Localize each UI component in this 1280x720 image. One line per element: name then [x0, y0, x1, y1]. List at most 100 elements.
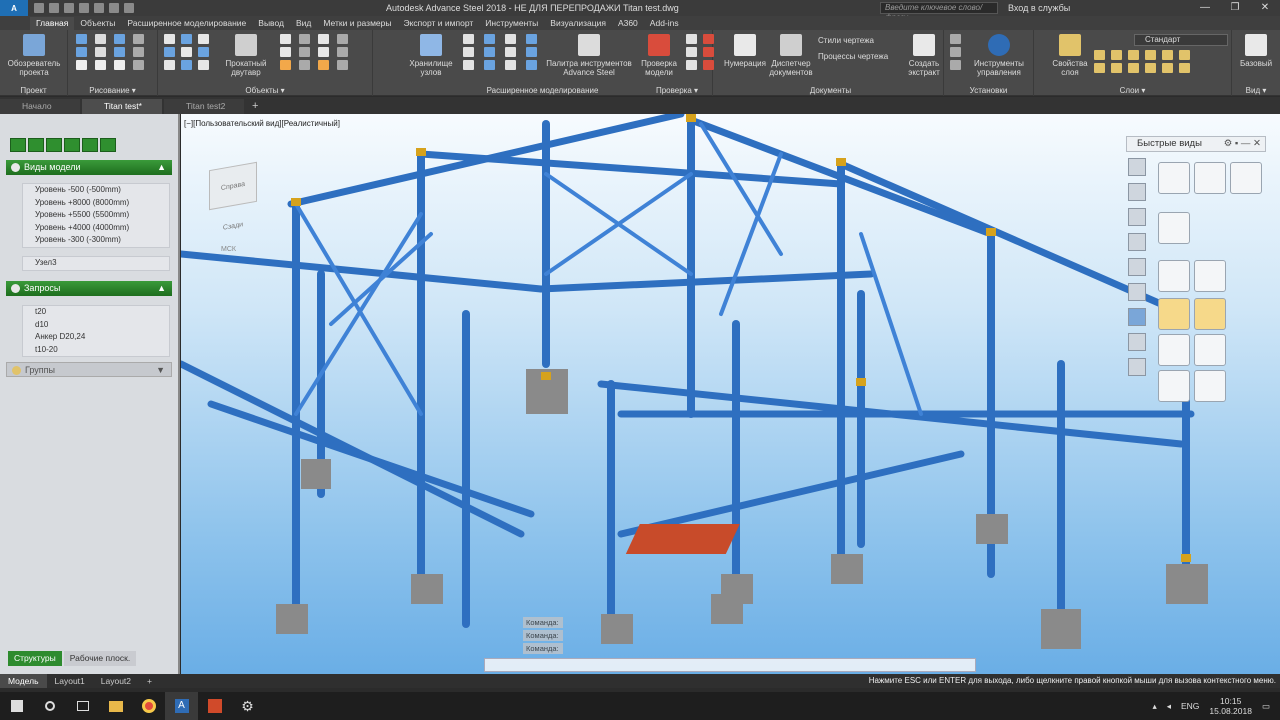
weld-icon[interactable] [181, 47, 192, 57]
column-icon[interactable] [181, 34, 192, 44]
anchor-icon[interactable] [198, 47, 209, 57]
chrome-app[interactable] [132, 692, 165, 720]
layer-iso-icon[interactable] [1145, 50, 1156, 60]
print-icon[interactable] [94, 3, 104, 13]
ladder-icon[interactable] [318, 60, 329, 70]
search-input[interactable]: Введите ключевое слово/фразу [880, 2, 998, 22]
view-tool-3-icon[interactable] [1128, 208, 1146, 226]
sign-in-button[interactable]: Вход в службы [1008, 3, 1070, 13]
quick-view-section-button[interactable] [1158, 334, 1190, 366]
rail-icon[interactable] [299, 47, 310, 57]
rectangle-icon[interactable] [95, 60, 106, 70]
settings-2-icon[interactable] [950, 47, 961, 57]
settings-1-icon[interactable] [950, 34, 961, 44]
command-input[interactable] [484, 658, 976, 672]
tab-layout1[interactable]: Layout1 [47, 674, 93, 688]
quick-view-fold-button[interactable] [1194, 370, 1226, 402]
management-tools-button[interactable]: Инструменты управления [966, 34, 1032, 77]
application-menu-button[interactable]: A [0, 0, 28, 16]
list-item[interactable]: Уровень +5500 (5500mm) [23, 209, 169, 222]
drawing-styles-link[interactable]: Стили чертежа [818, 36, 874, 45]
quick-views-controls[interactable]: ⚙ ▪ — ✕ [1224, 137, 1261, 151]
connection-2-icon[interactable] [484, 34, 495, 44]
tab-layout2[interactable]: Layout2 [93, 674, 139, 688]
marker-icon[interactable] [703, 47, 714, 57]
explorer-tool-5-icon[interactable] [82, 138, 98, 152]
view-tool-8-icon[interactable] [1128, 333, 1146, 351]
stair-icon[interactable] [280, 60, 291, 70]
bracing-icon[interactable] [318, 47, 329, 57]
frame-icon[interactable] [337, 47, 348, 57]
new-tab-button[interactable]: + [246, 99, 264, 114]
rolled-i-beam-button[interactable]: Прокатный двутавр [220, 34, 272, 77]
view-tool-7-icon[interactable] [1128, 308, 1146, 326]
list-item[interactable]: Уровень +4000 (4000mm) [23, 222, 169, 235]
quick-view-cut-button[interactable] [1194, 298, 1226, 330]
list-item[interactable]: t10-20 [23, 344, 169, 357]
connection-3-icon[interactable] [505, 34, 516, 44]
ucs-label[interactable]: МСК [221, 246, 236, 253]
volume-icon[interactable]: ◂ [1167, 701, 1171, 712]
check-model-button[interactable]: Проверка модели [638, 34, 680, 77]
close-button[interactable]: ✕ [1250, 0, 1280, 16]
layer-on-icon[interactable] [1094, 50, 1105, 60]
layer-thaw-icon[interactable] [1111, 63, 1122, 73]
grating-icon[interactable] [337, 60, 348, 70]
quick-view-2-button[interactable] [1194, 162, 1226, 194]
save-as-icon[interactable] [79, 3, 89, 13]
section-icon[interactable] [280, 34, 291, 44]
connection-5-icon[interactable] [463, 47, 474, 57]
list-item[interactable]: Уровень -300 (-300mm) [23, 234, 169, 247]
quick-view-box-button[interactable] [1158, 212, 1190, 244]
list-item[interactable]: Уровень -500 (-500mm) [23, 184, 169, 197]
layer-unisolate-icon[interactable] [1162, 50, 1173, 60]
layer-off-icon[interactable] [1094, 63, 1105, 73]
point-icon[interactable] [76, 60, 87, 70]
layer-select[interactable]: Стандарт [1134, 34, 1228, 46]
tab-export-import[interactable]: Экспорт и импорт [398, 17, 480, 30]
start-button[interactable] [0, 692, 33, 720]
doc-tab-titan-test2[interactable]: Titan test2 [164, 99, 244, 114]
view-tool-5-icon[interactable] [1128, 258, 1146, 276]
hatch-icon[interactable] [133, 47, 144, 57]
quick-view-corner-button[interactable] [1194, 334, 1226, 366]
level-icon[interactable] [198, 60, 209, 70]
tab-model[interactable]: Модель [0, 674, 47, 688]
purlin-icon[interactable] [280, 47, 291, 57]
circle-icon[interactable] [95, 47, 106, 57]
doc-tab-titan-test[interactable]: Titan test* [82, 99, 162, 114]
boundary-icon[interactable] [133, 60, 144, 70]
open-file-icon[interactable] [49, 3, 59, 13]
tab-home[interactable]: Главная [30, 17, 75, 30]
settings-app[interactable]: ⚙ [231, 692, 264, 720]
polyline-icon[interactable] [95, 34, 106, 44]
node-storage-button[interactable]: Хранилище узлов [403, 34, 459, 77]
view-tool-2-icon[interactable] [1128, 183, 1146, 201]
explorer-tool-2-icon[interactable] [28, 138, 44, 152]
clock[interactable]: 10:15 15.08.2018 [1209, 696, 1252, 716]
tab-addins[interactable]: Add-ins [644, 17, 685, 30]
explorer-tool-4-icon[interactable] [64, 138, 80, 152]
project-explorer-button[interactable]: Обозреватель проекта [4, 34, 64, 77]
connection-11-icon[interactable] [505, 60, 516, 70]
explorer-tool-1-icon[interactable] [10, 138, 26, 152]
list-item[interactable]: Анкер D20,24 [23, 331, 169, 344]
section-model-views[interactable]: Виды модели ▲ [6, 160, 172, 175]
layer-merge-icon[interactable] [1162, 63, 1173, 73]
connection-8-icon[interactable] [526, 47, 537, 57]
shorten-icon[interactable] [337, 34, 348, 44]
powerpoint-app[interactable] [198, 692, 231, 720]
quick-view-bend-button[interactable] [1158, 370, 1190, 402]
viewport-label[interactable]: [−][Пользовательский вид][Реалистичный] [184, 119, 340, 128]
layer-match-icon[interactable] [1179, 50, 1190, 60]
tab-extended-modeling[interactable]: Расширенное моделирование [121, 17, 252, 30]
tool-palette-button[interactable]: Палитра инструментов Advance Steel [543, 34, 635, 77]
advance-steel-app[interactable]: A [165, 692, 198, 720]
numbering-button[interactable]: Нумерация [722, 34, 768, 68]
create-extract-button[interactable]: Создать экстракт [904, 34, 944, 77]
tab-structures[interactable]: Структуры [8, 651, 62, 666]
grid-icon[interactable] [133, 34, 144, 44]
connection-10-icon[interactable] [484, 60, 495, 70]
quick-view-plate-button[interactable] [1158, 298, 1190, 330]
layer-unlock-icon[interactable] [1128, 63, 1139, 73]
